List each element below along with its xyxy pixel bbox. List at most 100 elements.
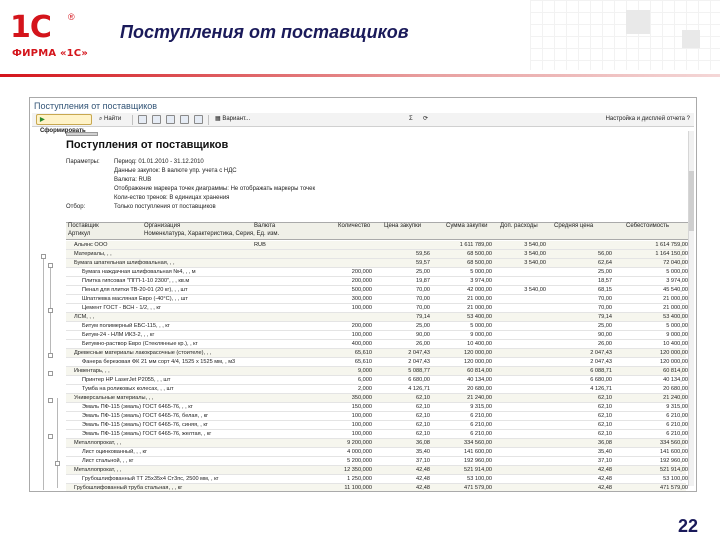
col-cost[interactable]: Себестоимость — [626, 223, 669, 229]
table-row[interactable]: Металлопрокат, , , 9 200,000 36,08 334 560,… — [66, 439, 688, 448]
collapse-toggle[interactable] — [48, 263, 53, 268]
table-row[interactable]: Лист стальной, , , кг 5 200,000 37,10 192 9… — [66, 457, 688, 466]
find-label: Найти — [104, 116, 122, 122]
cell-sum: 21 000,00 — [467, 296, 492, 302]
cell-price: 4 126,71 — [408, 386, 430, 392]
table-row[interactable]: Грубошлифованный труба стальная, , , кг 1… — [66, 484, 688, 491]
cell-sum: 53 400,00 — [467, 314, 492, 320]
col-avg[interactable]: Средняя цена — [554, 223, 593, 229]
collapse-toggle[interactable] — [48, 308, 53, 313]
cell-sum: 21 000,00 — [467, 305, 492, 311]
variant-button[interactable]: ▦ Вариант... — [212, 114, 253, 125]
col-price[interactable]: Цена закупки — [384, 223, 421, 229]
cell-qty: 100,000 — [351, 305, 372, 311]
table-row[interactable]: Фанера березовая ФК 21 мм сорт 4/4, 1525… — [66, 358, 688, 367]
col-extra[interactable]: Доп. расходы — [500, 223, 538, 229]
cell-cost: 45 540,00 — [663, 287, 688, 293]
generate-button[interactable]: ▶ Сформировать — [36, 114, 92, 134]
table-row[interactable]: Эмаль ПФ-115 (эмаль) ГОСТ 6465-76, белая… — [66, 412, 688, 421]
cell-qty: 200,000 — [351, 323, 372, 329]
find-button[interactable]: ⌕ Найти — [96, 114, 124, 125]
page-number: 22 — [677, 516, 698, 536]
collapse-toggle[interactable] — [41, 254, 46, 259]
cell-qty: 300,000 — [351, 296, 372, 302]
table-row[interactable]: Эмаль ПФ-115 (эмаль) ГОСТ 6465-76, желта… — [66, 430, 688, 439]
settings-icon[interactable] — [194, 115, 203, 124]
tree-line — [43, 258, 44, 490]
collapse-toggle[interactable] — [55, 461, 60, 466]
cell-name: Бумага наждачная шлифовальная №4, , , м — [82, 269, 196, 275]
find-icon: ⌕ — [99, 116, 103, 122]
cell-price: 42,48 — [416, 476, 430, 482]
save-icon[interactable] — [180, 115, 189, 124]
table-row[interactable]: Битумно-раствор Евро (Стеклянные кр.), ,… — [66, 340, 688, 349]
table-row[interactable]: Эмаль ПФ-115 (эмаль) ГОСТ 6465-76, синяя… — [66, 421, 688, 430]
cell-name: Металлопрокат, , , — [74, 467, 122, 473]
col-currency[interactable]: Валюта — [254, 223, 275, 229]
cell-avg: 26,00 — [598, 341, 612, 347]
col-article[interactable]: Артикул — [68, 231, 90, 237]
report-settings-button[interactable]: Настройка и дисплей отчета ? — [606, 114, 690, 125]
cell-cost: 72 040,00 — [663, 260, 688, 266]
variant-label: Вариант... — [222, 116, 251, 122]
company-logo: 1С ® ФИРМА «1С» — [10, 10, 98, 66]
scrollbar-thumb[interactable] — [689, 171, 694, 231]
cell-sum: 141 600,00 — [464, 449, 492, 455]
cell-price: 62,10 — [416, 422, 430, 428]
cell-price: 59,57 — [416, 260, 430, 266]
table-row[interactable]: Металлопрокат, , , 12 350,000 42,48 521 914… — [66, 466, 688, 475]
cell-cost: 6 210,00 — [666, 422, 688, 428]
preview-icon[interactable] — [166, 115, 175, 124]
table-row[interactable]: Шпатлевка масляная Евро (-40°C), , , шт 3… — [66, 295, 688, 304]
collapse-toggle[interactable] — [48, 371, 53, 376]
report-settings-label: Настройка и дисплей отчета — [605, 116, 685, 122]
toolbar-separator — [208, 115, 209, 125]
table-row[interactable]: ЛСМ, , , 79,14 53 400,00 79,14 53 400,00 — [66, 313, 688, 322]
cell-price: 37,10 — [416, 458, 430, 464]
vertical-scrollbar[interactable] — [688, 131, 694, 486]
print-icon[interactable] — [152, 115, 161, 124]
sum-icon: Σ — [409, 116, 413, 122]
cell-price: 35,40 — [416, 449, 430, 455]
table-row[interactable]: Лист оцинкованный, , , кг 4 000,000 35,40 1… — [66, 448, 688, 457]
table-row[interactable]: Грубошлифованный ТТ 25х35х4 Ст3пс, 2500 … — [66, 475, 688, 484]
table-row[interactable]: Битум-24 - НЛМ ИКЗ-2, , , кг 100,000 90,00… — [66, 331, 688, 340]
copy-icon[interactable] — [138, 115, 147, 124]
table-row[interactable]: Альянс ООО RUB 1 611 789,00 3 540,00 1 614 7… — [66, 241, 688, 250]
sum-button[interactable]: Σ — [406, 114, 416, 125]
cell-name: Лист оцинкованный, , , кг — [82, 449, 148, 455]
table-row[interactable]: Древесные материалы лакокрасочные (стоит… — [66, 349, 688, 358]
collapse-toggle[interactable] — [48, 353, 53, 358]
cell-name: Лист стальной, , , кг — [82, 458, 134, 464]
cell-price: 62,10 — [416, 431, 430, 437]
col-supplier[interactable]: Поставщик — [68, 223, 99, 229]
table-row[interactable]: Цемент ГОСТ - ВСН - 1/2, , , кг 100,000 70… — [66, 304, 688, 313]
collapse-toggle[interactable] — [48, 398, 53, 403]
cell-qty: 100,000 — [351, 413, 372, 419]
table-row[interactable]: Инвентарь, , , 9,000 5 088,77 60 814,00 6 08… — [66, 367, 688, 376]
col-qty[interactable]: Количество — [338, 223, 370, 229]
collapse-toggle[interactable] — [48, 434, 53, 439]
col-nomenclature[interactable]: Номенклатура, Характеристика, Серия, Ед.… — [144, 231, 279, 237]
cell-price: 6 680,00 — [408, 377, 430, 383]
table-row[interactable]: Эмаль ПФ-115 (эмаль) ГОСТ 6465-76, , , к… — [66, 403, 688, 412]
col-sum[interactable]: Сумма закупки — [446, 223, 488, 229]
cell-avg: 42,48 — [598, 485, 612, 491]
cell-cost: 20 680,00 — [663, 386, 688, 392]
cell-qty: 2,000 — [358, 386, 372, 392]
refresh-button[interactable]: ⟳ — [420, 114, 431, 125]
col-org[interactable]: Организация — [144, 223, 180, 229]
table-row[interactable]: Материалы, , , 59,56 68 500,00 3 540,00 56,0… — [66, 250, 688, 259]
table-row[interactable]: Бумага наждачная шлифовальная №4, , , м 2… — [66, 268, 688, 277]
table-row[interactable]: Принтер HP LaserJet P2055, , , шт 6,000 6 … — [66, 376, 688, 385]
cell-avg: 70,00 — [598, 305, 612, 311]
table-row[interactable]: Плитка гипсовая "ПГП-1-10 2300", , , кв.… — [66, 277, 688, 286]
table-row[interactable]: Бумага шпательная шлифовальная, , , 59,57… — [66, 259, 688, 268]
table-row[interactable]: Битум полимерный ЕБС-115, , , кг 200,000 2… — [66, 322, 688, 331]
cell-name: Металлопрокат, , , — [74, 440, 122, 446]
cell-cur: RUB — [254, 242, 266, 248]
table-row[interactable]: Универсальные материалы, , , 350,000 62,10… — [66, 394, 688, 403]
table-row[interactable]: Тумба на роликовых колесах, , , шт 2,000 4… — [66, 385, 688, 394]
table-row[interactable]: Пенал для плитки ТВ-20-01 (20 кг), , , ш… — [66, 286, 688, 295]
cell-sum: 5 000,00 — [470, 269, 492, 275]
